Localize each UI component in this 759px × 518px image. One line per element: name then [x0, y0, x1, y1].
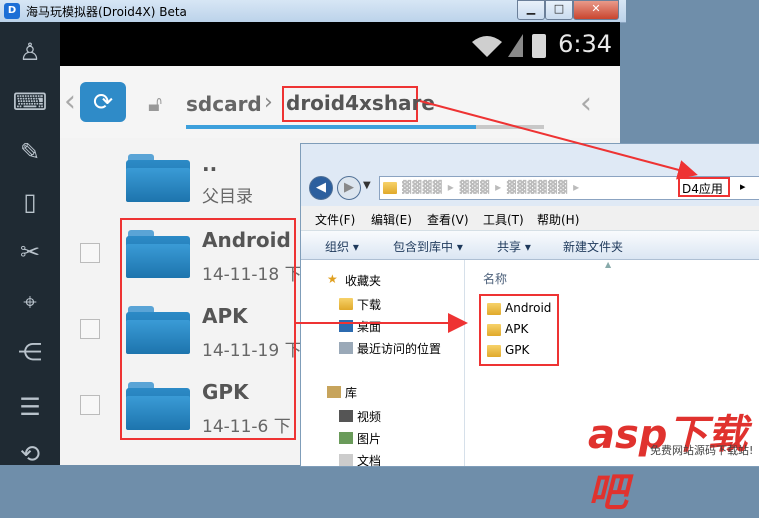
- nav-library[interactable]: 库: [345, 384, 357, 401]
- share-button[interactable]: 共享 ▾: [497, 238, 531, 255]
- location-icon[interactable]: ⌖: [8, 282, 52, 322]
- highlight-android-folders: [120, 218, 296, 440]
- lock-icon: 🔓︎: [148, 92, 163, 117]
- forward-arrow-icon[interactable]: ▶: [337, 176, 361, 200]
- folder-icon: [487, 303, 501, 315]
- battery-icon: [532, 34, 546, 58]
- nav-back-left-icon[interactable]: ‹: [64, 84, 76, 119]
- pictures-icon: [339, 432, 353, 444]
- address-row: ◀ ▶ ▼ ▓▓▓▓ ▸ ▓▓▓ ▸ ▓▓▓▓▓▓ ▸ D4应用 ▸: [301, 172, 759, 202]
- favorites-star-icon: ★: [327, 272, 338, 286]
- menu-file[interactable]: 文件(F): [315, 211, 355, 228]
- watermark-sub: 免费网站源码下载站!: [650, 444, 754, 457]
- history-dropdown-icon[interactable]: ▼: [363, 180, 371, 191]
- scroll-track: [476, 125, 544, 129]
- navigation-pane: ★ 收藏夹 下载 桌面 最近访问的位置 库 视频 图片 文档: [301, 260, 465, 469]
- checkbox-apk[interactable]: [80, 319, 100, 339]
- breadcrumb-current[interactable]: droid4xshare: [286, 91, 435, 115]
- address-path-blurred: ▓▓▓▓ ▸ ▓▓▓ ▸ ▓▓▓▓▓▓ ▸: [402, 180, 581, 194]
- nav-desktop[interactable]: 桌面: [357, 318, 381, 335]
- clock: 6:34: [558, 30, 612, 58]
- nav-pictures[interactable]: 图片: [357, 430, 381, 447]
- signal-icon: [508, 34, 523, 57]
- parent-folder-label: 父目录: [202, 187, 253, 207]
- menu-help[interactable]: 帮助(H): [537, 211, 579, 228]
- emulator-sidebar: ♙ ⌨ ✎ ▯ ✂ ⌖ ⋲ ☰ ⟲: [0, 22, 60, 468]
- window-title: 海马玩模拟器(Droid4X) Beta: [26, 5, 187, 19]
- checkbox-gpk[interactable]: [80, 395, 100, 415]
- breadcrumb-separator: ›: [264, 90, 273, 115]
- back-arrow-icon[interactable]: ◀: [309, 176, 333, 200]
- maximize-button[interactable]: □: [545, 0, 573, 20]
- nav-favorites[interactable]: 收藏夹: [345, 272, 381, 289]
- desktop-icon: [339, 320, 353, 332]
- menu-icon[interactable]: ☰: [8, 387, 52, 427]
- organize-button[interactable]: 组织 ▾: [325, 238, 359, 255]
- scroll-indicator: [186, 125, 476, 129]
- nav-downloads[interactable]: 下载: [357, 296, 381, 313]
- documents-icon: [339, 454, 353, 466]
- new-folder-button[interactable]: 新建文件夹: [563, 238, 623, 255]
- screen-capture-icon[interactable]: ✂: [8, 232, 52, 272]
- parent-folder-icon[interactable]: [126, 154, 190, 202]
- nav-back-right-icon[interactable]: ‹: [580, 86, 592, 121]
- address-bar[interactable]: ▓▓▓▓ ▸ ▓▓▓ ▸ ▓▓▓▓▓▓ ▸ D4应用 ▸: [379, 176, 759, 200]
- menu-tools[interactable]: 工具(T): [483, 211, 524, 228]
- column-header-name[interactable]: 名称: [483, 270, 507, 287]
- folder-icon: [487, 324, 501, 336]
- app-logo-icon: D: [4, 3, 20, 19]
- address-arrow-icon[interactable]: ▸: [740, 180, 746, 193]
- parent-folder-name[interactable]: ..: [202, 152, 217, 176]
- include-in-library-button[interactable]: 包含到库中 ▾: [393, 238, 463, 255]
- share-icon[interactable]: ⋲: [8, 332, 52, 372]
- rotate-icon[interactable]: ⟲: [8, 434, 52, 474]
- address-current[interactable]: D4应用: [682, 180, 723, 197]
- file-apk[interactable]: APK: [505, 322, 528, 336]
- nav-recent[interactable]: 最近访问的位置: [357, 340, 441, 357]
- command-bar: 组织 ▾ 包含到库中 ▾ 共享 ▾ 新建文件夹: [301, 231, 759, 260]
- nav-videos[interactable]: 视频: [357, 408, 381, 425]
- library-icon: [327, 386, 341, 398]
- file-manager-topbar: ‹ ⟳ 🔓︎ sdcard › droid4xshare ‹: [60, 66, 620, 139]
- sort-arrow-icon: ▲: [605, 260, 612, 269]
- menu-bar: 文件(F) 编辑(E) 查看(V) 工具(T) 帮助(H): [301, 206, 759, 231]
- phone-shake-icon[interactable]: ▯: [8, 182, 52, 222]
- refresh-icon[interactable]: ⟳: [80, 82, 126, 122]
- menu-edit[interactable]: 编辑(E): [371, 211, 412, 228]
- minimize-button[interactable]: ▁: [517, 0, 545, 20]
- file-android[interactable]: Android: [505, 301, 551, 315]
- watermark: asp下载吧: [588, 412, 748, 516]
- file-gpk[interactable]: GPK: [505, 343, 529, 357]
- wifi-icon: [472, 36, 502, 57]
- tools-icon[interactable]: ✎: [8, 132, 52, 172]
- download-folder-icon: [339, 298, 353, 310]
- joystick-icon[interactable]: ♙: [8, 32, 52, 72]
- emulator-title-bar: D 海马玩模拟器(Droid4X) Beta ▁ □ ✕: [0, 0, 626, 23]
- recent-places-icon: [339, 342, 353, 354]
- keyboard-icon[interactable]: ⌨: [8, 82, 52, 122]
- breadcrumb-sdcard[interactable]: sdcard: [186, 92, 262, 116]
- folder-icon: [487, 345, 501, 357]
- android-status-bar: 6:34: [60, 22, 620, 66]
- checkbox-android[interactable]: [80, 243, 100, 263]
- nav-documents[interactable]: 文档: [357, 452, 381, 469]
- folder-icon: [383, 182, 397, 194]
- video-icon: [339, 410, 353, 422]
- menu-view[interactable]: 查看(V): [427, 211, 469, 228]
- close-button[interactable]: ✕: [573, 0, 619, 20]
